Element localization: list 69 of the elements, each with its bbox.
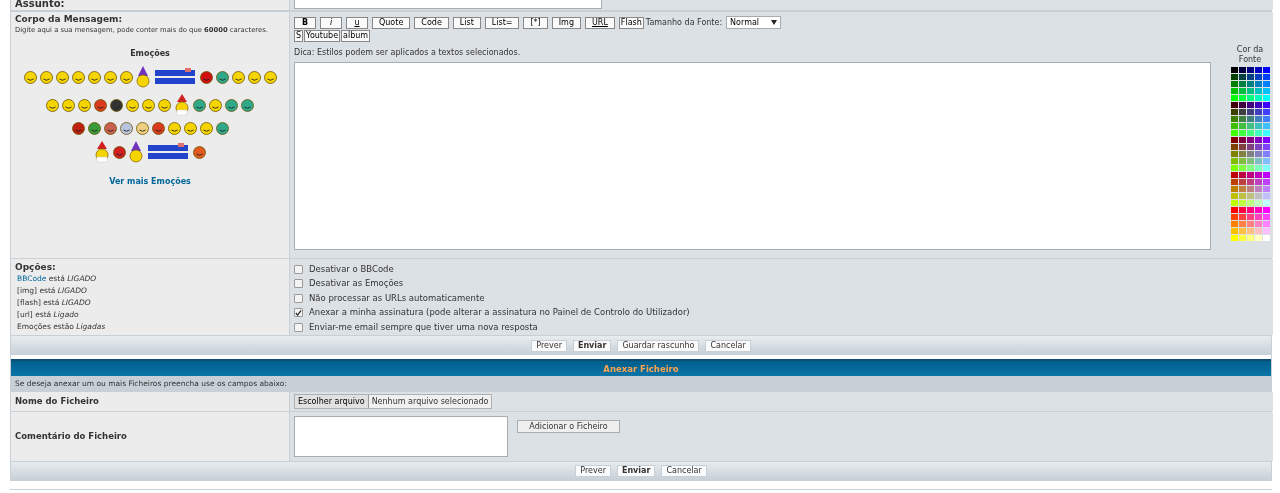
font-color-label: Cor da Fonte (1235, 45, 1265, 65)
form-button[interactable]: Cancelar (705, 339, 751, 352)
format-button[interactable]: album (341, 30, 371, 42)
smiley-icon[interactable] (71, 122, 85, 135)
party-hat-smiley-icon[interactable] (135, 66, 150, 88)
checkbox[interactable] (294, 308, 303, 318)
smiley-icon[interactable] (151, 122, 165, 135)
checkbox[interactable] (294, 264, 303, 274)
format-button[interactable]: Quote (372, 16, 411, 29)
smiley-icon[interactable] (215, 122, 229, 135)
smiley-icon[interactable] (110, 98, 123, 112)
form-button[interactable]: Cancelar (661, 465, 707, 477)
file-picker[interactable]: Escolher arquivo Nenhum arquivo selecionado (294, 394, 493, 409)
submit-button[interactable]: Enviar (572, 339, 612, 352)
checkbox[interactable] (294, 279, 303, 289)
format-button[interactable]: [*] (523, 16, 548, 29)
format-button[interactable]: S (294, 30, 304, 42)
format-button[interactable]: u (346, 16, 368, 29)
font-size-label: Tamanho da Fonte: (645, 16, 723, 29)
checkbox-label: Anexar a minha assinatura (pode alterar a assinatura no Painel de Controlo do Utilizador) (309, 306, 690, 320)
smiley-icon[interactable] (87, 122, 101, 135)
form-button[interactable]: Prever (531, 339, 567, 352)
add-file-button[interactable]: Adicionar o Ficheiro (517, 420, 620, 433)
format-button[interactable]: List= (484, 16, 520, 29)
file-name-label: Nome do Ficheiro (15, 395, 99, 408)
file-comment-label: Comentário do Ficheiro (15, 430, 127, 443)
section-header: Anexar Ficheiro (11, 359, 1271, 376)
birthday-banner-icon[interactable] (146, 143, 190, 161)
checkbox-label: Desativar as Emoções (309, 277, 404, 291)
santa-hat-smiley-icon[interactable] (174, 94, 190, 116)
format-button[interactable]: List (452, 16, 481, 29)
santa-hat-smiley-icon[interactable] (94, 141, 110, 163)
format-button[interactable]: Img (551, 16, 581, 29)
smiley-icon[interactable] (199, 70, 213, 84)
checkbox-label: Desativar o BBCode (309, 262, 394, 276)
smiley-icon[interactable] (113, 145, 126, 159)
comment-textarea[interactable] (294, 416, 508, 457)
smiley-icon[interactable] (94, 98, 107, 112)
format-button[interactable]: URL (584, 16, 615, 29)
tip-text: Dica: Estilos podem ser aplicados a textos selecionados. (294, 47, 522, 59)
smiley-icon[interactable] (193, 145, 206, 159)
more-emoticons-link[interactable]: Ver mais Emoções (109, 177, 191, 186)
smiley-icon[interactable] (225, 98, 238, 112)
checkbox[interactable] (294, 322, 303, 332)
subject-field[interactable] (294, 0, 602, 9)
format-button[interactable]: i (320, 16, 342, 29)
format-button[interactable]: Code (414, 16, 449, 29)
dropdown-arrow-icon (771, 20, 778, 25)
form-button[interactable]: Guardar rascunho (617, 339, 700, 352)
party-hat-smiley-icon[interactable] (129, 141, 143, 163)
form-button[interactable]: Prever (575, 465, 611, 477)
smiley-icon[interactable] (103, 122, 117, 135)
color-palette[interactable] (1230, 67, 1270, 241)
checkbox[interactable] (294, 293, 303, 303)
checkbox-label: Não processar as URLs automaticamente (309, 291, 485, 305)
smiley-icon[interactable] (215, 70, 229, 84)
smiley-icon[interactable] (193, 98, 206, 112)
smiley-icon[interactable] (241, 98, 254, 112)
emoticons-title: Emoções (129, 48, 171, 60)
subject-label: Assunto: (15, 0, 65, 9)
message-label: Corpo da Mensagem: (15, 14, 124, 25)
format-button[interactable]: Flash (618, 16, 644, 29)
checkbox-label: Enviar-me email sempre que tiver uma nova resposta (309, 320, 538, 334)
submit-button[interactable]: Enviar (616, 465, 656, 477)
font-size-select[interactable]: Normal (726, 16, 782, 29)
format-button[interactable]: Youtube (304, 30, 341, 42)
birthday-banner-icon[interactable] (152, 68, 197, 86)
format-button[interactable]: B (294, 16, 316, 29)
options-label: Opções: (15, 262, 57, 273)
